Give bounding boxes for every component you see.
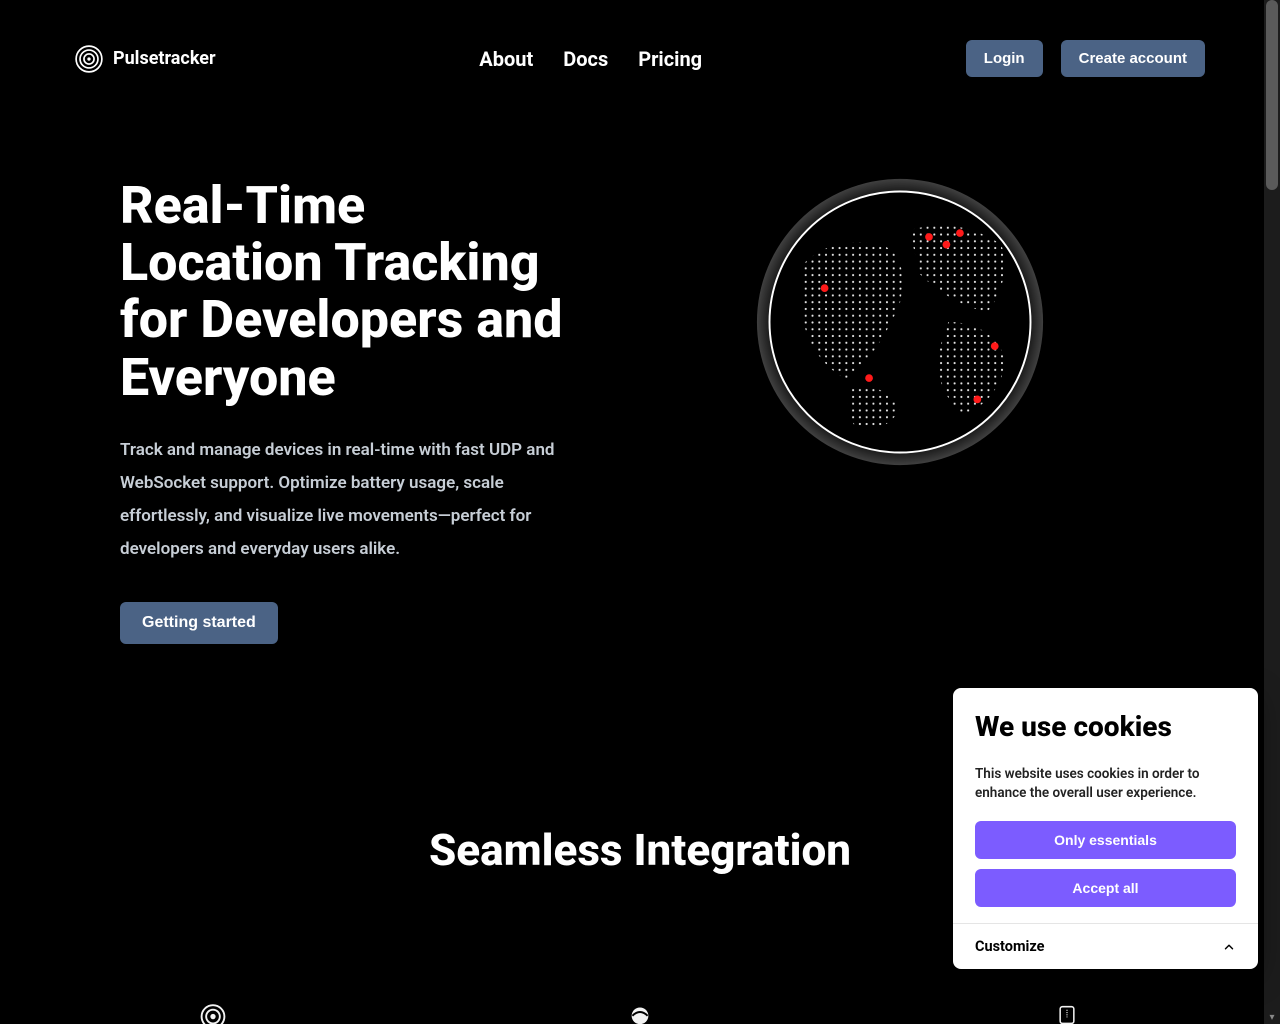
cookie-customize-toggle[interactable]: Customize <box>953 923 1258 969</box>
login-button[interactable]: Login <box>966 40 1043 77</box>
auth-buttons: Login Create account <box>966 40 1205 77</box>
cookie-accept-all-button[interactable]: Accept all <box>975 869 1236 907</box>
cookie-customize-label: Customize <box>975 938 1044 955</box>
brand-name: Pulsetracker <box>113 48 216 69</box>
integration-logos-strip <box>0 996 1280 1024</box>
nav-link-docs[interactable]: Docs <box>563 47 608 71</box>
site-header: Pulsetracker About Docs Pricing Login Cr… <box>0 0 1280 117</box>
cookie-title: We use cookies <box>975 710 1236 744</box>
integration-logo-icon <box>194 1000 232 1024</box>
hero-illustration <box>640 177 1160 467</box>
hero-content: Real-Time Location Tracking for Develope… <box>120 177 580 644</box>
integration-logo-icon <box>621 1000 659 1024</box>
cookie-consent-banner: We use cookies This website uses cookies… <box>953 688 1258 969</box>
brand[interactable]: Pulsetracker <box>75 45 216 73</box>
nav-link-about[interactable]: About <box>479 47 533 71</box>
getting-started-button[interactable]: Getting started <box>120 602 278 644</box>
nav-link-pricing[interactable]: Pricing <box>638 47 702 71</box>
main-nav: About Docs Pricing <box>479 47 702 71</box>
scrollbar-thumb[interactable] <box>1266 0 1278 190</box>
vertical-scrollbar[interactable]: ▾ <box>1264 0 1280 1024</box>
scrollbar-down-arrow[interactable]: ▾ <box>1267 1012 1277 1022</box>
cookie-description: This website uses cookies in order to en… <box>975 765 1236 803</box>
hero-subtitle: Track and manage devices in real-time wi… <box>120 434 580 567</box>
integration-logo-icon <box>1048 1000 1086 1024</box>
hero-title: Real-Time Location Tracking for Develope… <box>120 177 580 406</box>
brand-logo-icon <box>75 45 103 73</box>
cookie-only-essentials-button[interactable]: Only essentials <box>975 821 1236 859</box>
globe-icon <box>755 177 1045 467</box>
chevron-up-icon <box>1222 940 1236 954</box>
create-account-button[interactable]: Create account <box>1061 40 1205 77</box>
hero-section: Real-Time Location Tracking for Develope… <box>0 117 1280 724</box>
